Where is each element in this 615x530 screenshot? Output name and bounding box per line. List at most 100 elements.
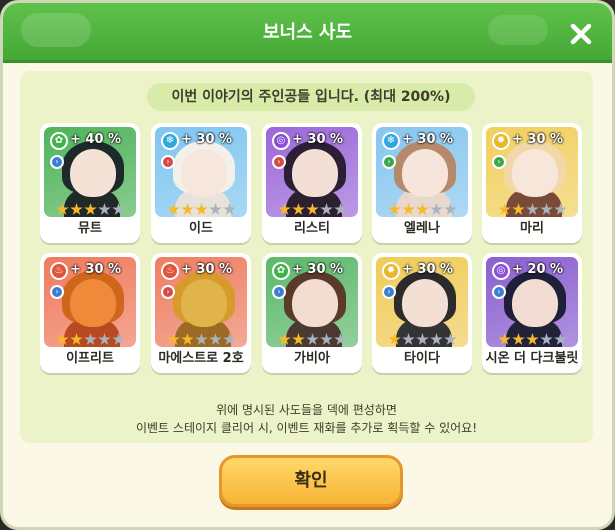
bonus-percent: + 30 % [512,132,564,147]
star-icon [402,203,415,215]
star-rating [167,333,236,347]
character-card[interactable]: ◎ + 20 % › 시온 더 다크불릿 [482,253,582,373]
character-portrait: ♨ + 30 % › [155,257,247,347]
arrow-icon: › [272,285,286,299]
star-icon [195,333,208,345]
bonus-dialog: 보너스 사도 이번 이야기의 주인공들 입니다. (최대 200%) ✿ + 40… [0,0,615,530]
star-icon [540,333,553,345]
character-name: 마리 [520,221,544,236]
star-icon [334,333,347,345]
star-icon [195,203,208,215]
character-face [402,279,448,327]
star-icon [70,333,83,345]
star-rating [388,203,457,217]
arrow-icon: › [492,155,506,169]
character-portrait: ◎ + 30 % › [266,127,358,217]
character-card[interactable]: ✹ + 30 % › 마리 [482,123,582,243]
arrow-icon: › [161,285,175,299]
character-name: 리스티 [294,221,330,236]
character-face [512,149,558,197]
info-note-line-2: 이벤트 스테이지 클리어 시, 이벤트 재화를 추가로 획득할 수 있어요! [135,421,478,435]
star-icon [402,333,415,345]
sun-icon: ✹ [492,132,510,150]
character-card[interactable]: ♨ + 30 % › 마에스트로 2호 [151,253,251,373]
star-icon [444,203,457,215]
fire-icon: ♨ [161,262,179,280]
star-icon [292,203,305,215]
character-name: 가비아 [294,351,330,366]
bonus-percent: + 30 % [70,262,122,277]
star-rating [388,333,457,347]
character-portrait: ❄ + 30 % › [155,127,247,217]
arrow-icon: › [161,155,175,169]
star-rating [498,203,567,217]
star-rating [56,203,125,217]
star-icon [416,333,429,345]
character-portrait: ✿ + 30 % › [266,257,358,347]
star-rating [278,333,347,347]
star-rating [498,333,567,347]
star-icon [278,333,291,345]
star-icon [98,203,111,215]
character-face [181,279,227,327]
star-icon [84,333,97,345]
character-name: 이프리트 [66,351,114,366]
star-rating [278,203,347,217]
star-icon [223,203,236,215]
star-icon [181,203,194,215]
confirm-button[interactable]: 확인 [219,455,403,507]
star-rating [56,333,125,347]
star-icon [306,203,319,215]
character-face [512,279,558,327]
star-icon [320,333,333,345]
star-icon [540,203,553,215]
star-icon [84,203,97,215]
fire-icon: ♨ [50,262,68,280]
star-icon [498,203,511,215]
character-portrait: ❄ + 30 % › [376,127,468,217]
star-icon [167,203,180,215]
bonus-percent: + 30 % [292,262,344,277]
star-icon [512,333,525,345]
sun-icon: ✹ [382,262,400,280]
dialog-title: 보너스 사도 [262,22,353,43]
arrow-icon: › [50,285,64,299]
arrow-icon: › [492,285,506,299]
star-icon [209,333,222,345]
star-icon [320,203,333,215]
bonus-percent: + 30 % [402,132,454,147]
bonus-percent: + 30 % [181,262,233,277]
character-card[interactable]: ✹ + 30 % › 타이다 [372,253,472,373]
spiral-icon: ◎ [492,262,510,280]
star-icon [181,333,194,345]
character-card[interactable]: ✿ + 30 % › 가비아 [262,253,362,373]
star-icon [56,203,69,215]
star-icon [223,333,236,345]
bonus-percent: + 30 % [292,132,344,147]
character-card[interactable]: ◎ + 30 % › 리스티 [262,123,362,243]
character-card[interactable]: ♨ + 30 % › 이프리트 [40,253,140,373]
character-face [70,149,116,197]
character-portrait: ♨ + 30 % › [44,257,136,347]
character-face [70,279,116,327]
ice-icon: ❄ [382,132,400,150]
star-icon [430,203,443,215]
nature-icon: ✿ [50,132,68,150]
character-name: 뮤트 [78,221,102,236]
character-name: 엘레나 [404,221,440,236]
star-icon [306,333,319,345]
star-icon [416,203,429,215]
character-card[interactable]: ❄ + 30 % › 이드 [151,123,251,243]
character-card[interactable]: ❄ + 30 % › 엘레나 [372,123,472,243]
star-icon [388,203,401,215]
character-card[interactable]: ✿ + 40 % › 뮤트 [40,123,140,243]
star-icon [430,333,443,345]
info-note-line-1: 위에 명시된 사도들을 덱에 편성하면 [216,403,397,417]
close-icon[interactable] [569,22,593,46]
character-name: 이드 [189,221,213,236]
star-icon [278,203,291,215]
character-name: 마에스트로 2호 [158,351,244,366]
star-icon [56,333,69,345]
bonus-percent: + 40 % [70,132,122,147]
star-rating [167,203,236,217]
